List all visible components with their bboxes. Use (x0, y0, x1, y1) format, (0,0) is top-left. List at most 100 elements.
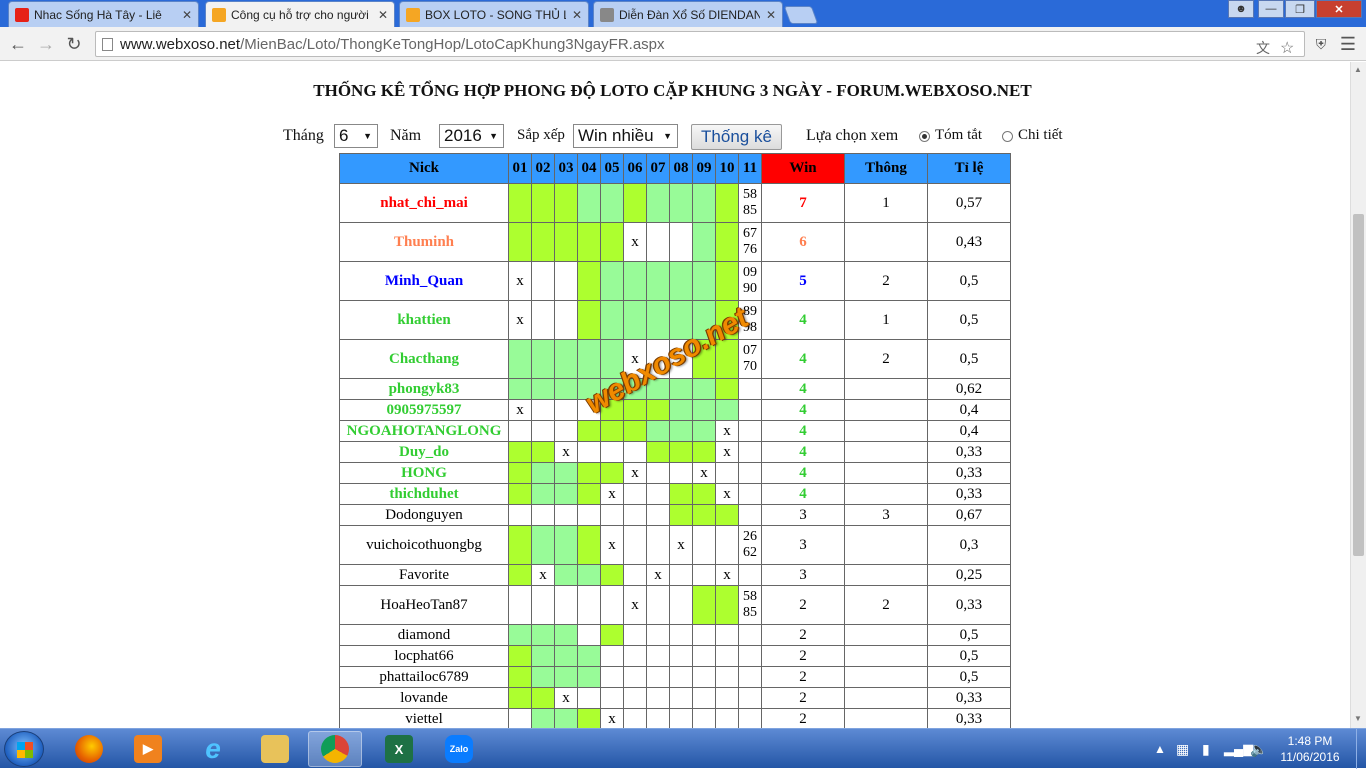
win-cell: 3 (761, 504, 845, 526)
day-cell (623, 483, 647, 505)
day-cell (600, 585, 624, 625)
thong-cell: 1 (844, 300, 928, 340)
detail-radio-label[interactable]: Chi tiết (1018, 127, 1063, 144)
browser-tab[interactable]: BOX LOTO - SONG THỦ L ✕ (399, 1, 589, 27)
minimize-button[interactable]: — (1258, 0, 1284, 18)
battery-icon[interactable]: ▮ (1202, 729, 1210, 769)
day-cell (531, 462, 555, 484)
tab-close-icon[interactable]: ✕ (766, 8, 776, 22)
scroll-up-icon[interactable]: ▲ (1354, 65, 1362, 74)
miss-mark: x (646, 564, 670, 586)
address-bar[interactable]: www.webxoso.net/MienBac/Loto/ThongKeTong… (95, 31, 1305, 57)
translate-icon[interactable]: 文 (1256, 38, 1270, 58)
day-cell (531, 420, 555, 442)
pair-number: 26 (743, 529, 757, 544)
taskbar-app-button[interactable]: e (186, 731, 240, 767)
nick-cell: khattien (339, 300, 509, 340)
url-host: www.webxoso.net (120, 35, 241, 53)
taskbar-app-button[interactable]: Zalo (432, 731, 486, 767)
day-cell (692, 399, 716, 421)
header-day: 10 (715, 153, 739, 184)
tab-close-icon[interactable]: ✕ (182, 8, 192, 22)
day-cell (692, 441, 716, 463)
miss-mark: x (623, 339, 647, 379)
day-cell (577, 378, 601, 400)
day-cell (554, 261, 578, 301)
win-cell: 2 (761, 585, 845, 625)
day-cell (669, 420, 693, 442)
back-icon[interactable]: ← (6, 32, 30, 56)
ratio-cell: 0,4 (927, 420, 1011, 442)
day-cell (669, 708, 693, 728)
day-cell: 58 85 (738, 585, 762, 625)
day-cell (669, 462, 693, 484)
internet-explorer-icon: e (205, 733, 221, 764)
day-cell (531, 222, 555, 262)
ratio-cell: 0,5 (927, 645, 1011, 667)
day-cell (623, 504, 647, 526)
scroll-down-icon[interactable]: ▼ (1354, 714, 1362, 723)
miss-mark: x (715, 483, 739, 505)
forward-icon[interactable]: → (34, 32, 58, 56)
miss-mark: x (531, 564, 555, 586)
tab-close-icon[interactable]: ✕ (378, 8, 388, 22)
show-desktop-button[interactable] (1356, 729, 1366, 769)
volume-icon[interactable]: 🔈 (1250, 729, 1267, 769)
close-window-button[interactable]: ✕ (1316, 0, 1362, 18)
network-signal-icon[interactable]: ▂▄▆ (1224, 729, 1253, 769)
year-select[interactable]: 2016 ▼ (439, 124, 504, 148)
thong-cell: 2 (844, 339, 928, 379)
day-cell (554, 483, 578, 505)
table-row: locphat66 2 0,5 (339, 645, 1011, 667)
menu-icon[interactable]: ☰ (1336, 32, 1360, 56)
page-title: THỐNG KÊ TỔNG HỢP PHONG ĐỘ LOTO CẶP KHUN… (313, 81, 1032, 100)
bookmark-star-icon[interactable]: ☆ (1280, 38, 1294, 58)
day-cell (715, 525, 739, 565)
detail-radio[interactable] (1002, 131, 1013, 142)
day-cell (715, 222, 739, 262)
taskbar-app-button[interactable] (308, 731, 362, 767)
day-cell (623, 300, 647, 340)
extension-shield-icon[interactable]: ⛨ (1309, 32, 1333, 56)
day-cell (646, 183, 670, 223)
day-cell (646, 504, 670, 526)
start-button[interactable] (4, 731, 44, 767)
system-clock[interactable]: 1:48 PM 11/06/2016 (1270, 733, 1350, 765)
pair-number: 67 (743, 226, 757, 241)
summary-radio-label[interactable]: Tóm tắt (935, 127, 982, 144)
new-tab-button[interactable] (783, 6, 819, 24)
miss-mark: x (554, 687, 578, 709)
action-center-icon[interactable]: ▦ (1176, 729, 1189, 769)
browser-tab[interactable]: Công cụ hỗ trợ cho người ✕ (205, 1, 395, 28)
taskbar-app-button[interactable] (62, 731, 116, 767)
sort-select[interactable]: Win nhiều ▼ (573, 124, 678, 148)
browser-tab[interactable]: Nhac Sống Hà Tây - Liê ✕ (8, 1, 199, 27)
day-cell (623, 441, 647, 463)
summary-radio[interactable] (919, 131, 930, 142)
day-cell (577, 564, 601, 586)
day-cell (738, 483, 762, 505)
vertical-scrollbar[interactable]: ▲ ▼ (1350, 62, 1366, 728)
tray-expand-icon[interactable]: ▲ (1154, 729, 1166, 769)
nick-cell: phattailoc6789 (339, 666, 509, 688)
taskbar-app-button[interactable]: X (372, 731, 426, 767)
day-cell (646, 462, 670, 484)
taskbar-app-button[interactable] (248, 731, 302, 767)
taskbar-app-button[interactable]: ▶ (121, 731, 175, 767)
month-select[interactable]: 6 ▼ (334, 124, 378, 148)
statistics-button[interactable]: Thống kê (691, 124, 782, 150)
reload-icon[interactable]: ↻ (62, 32, 86, 56)
maximize-button[interactable]: ❐ (1285, 0, 1315, 18)
nick-cell: Minh_Quan (339, 261, 509, 301)
win-cell: 2 (761, 624, 845, 646)
day-cell (738, 708, 762, 728)
day-cell (508, 378, 532, 400)
scrollbar-thumb[interactable] (1353, 214, 1364, 556)
user-profile-button[interactable]: ☻ (1228, 0, 1254, 18)
tab-close-icon[interactable]: ✕ (572, 8, 582, 22)
day-cell (577, 420, 601, 442)
day-cell (577, 708, 601, 728)
browser-tab[interactable]: Diễn Đàn Xổ Số DIENDAN ✕ (593, 1, 783, 27)
day-cell (508, 420, 532, 442)
thong-cell (844, 666, 928, 688)
